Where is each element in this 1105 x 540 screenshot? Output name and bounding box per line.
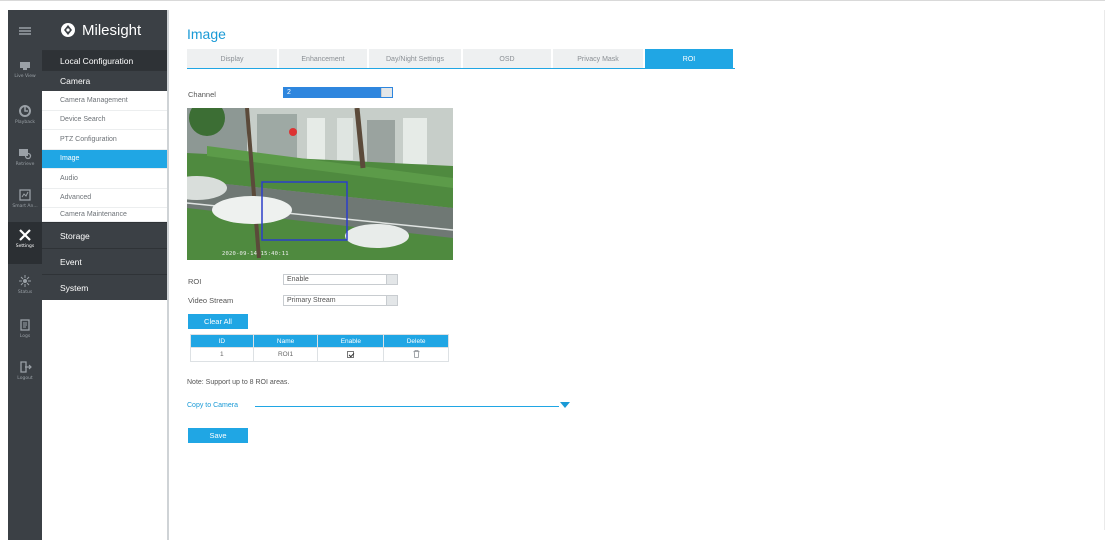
nav-item-camera-management[interactable]: Camera Management — [42, 91, 167, 111]
clear-all-button[interactable]: Clear All — [188, 314, 248, 329]
app-window: Live View Playback Retrieve Smart An... … — [0, 0, 1105, 540]
rail-item-live-view[interactable]: Live View — [8, 52, 42, 94]
rail-label: Live View — [14, 74, 36, 79]
rail-label: Retrieve — [15, 162, 35, 167]
logout-icon — [20, 361, 32, 373]
milesight-logo-icon — [61, 23, 75, 37]
rail-item-logout[interactable]: Logout — [8, 354, 42, 396]
window-top-border — [0, 0, 1105, 1]
nav-item-device-search[interactable]: Device Search — [42, 110, 167, 130]
nav-bottom-groups: Storage Event System — [42, 222, 167, 300]
tab-osd[interactable]: OSD — [463, 49, 551, 69]
rail-item-smart-analysis[interactable]: Smart An... — [8, 182, 42, 224]
channel-select[interactable]: 2 — [283, 87, 393, 98]
column-header-id: ID — [190, 334, 254, 348]
rail-label: Smart An... — [12, 204, 38, 209]
rail-label: Settings — [15, 244, 35, 249]
status-icon — [19, 275, 31, 287]
main-content: Image Display Enhancement Day/Night Sett… — [187, 10, 1087, 540]
rail-label: Status — [17, 290, 33, 295]
tab-enhancement[interactable]: Enhancement — [279, 49, 367, 69]
chevron-down-icon — [386, 275, 397, 284]
column-header-name: Name — [252, 334, 319, 348]
roi-enable-checkbox[interactable] — [347, 350, 355, 358]
brand-name: Milesight — [82, 21, 142, 39]
rail-label: Logs — [19, 334, 31, 339]
nav-item-ptz-configuration[interactable]: PTZ Configuration — [42, 130, 167, 150]
logs-icon — [20, 319, 30, 331]
table-row: 1 ROI1 — [190, 347, 449, 362]
chevron-down-icon — [381, 88, 392, 97]
nav-local-configuration[interactable]: Local Configuration — [42, 50, 167, 70]
nav-storage[interactable]: Storage — [42, 222, 167, 248]
image-tabs: Display Enhancement Day/Night Settings O… — [187, 49, 735, 69]
tab-display[interactable]: Display — [187, 49, 277, 69]
nav-item-image[interactable]: Image — [42, 149, 167, 169]
column-header-enable: Enable — [317, 334, 385, 348]
nav-event[interactable]: Event — [42, 248, 167, 274]
rail-item-settings[interactable]: Settings — [8, 222, 42, 264]
nav-item-advanced[interactable]: Advanced — [42, 188, 167, 208]
copy-divider — [255, 406, 559, 407]
live-view-icon — [20, 62, 30, 70]
nav-camera[interactable]: Camera — [42, 70, 167, 91]
expand-triangle-icon[interactable] — [560, 402, 570, 408]
retrieve-icon — [19, 149, 32, 160]
playback-icon — [19, 105, 31, 117]
video-preview[interactable]: 2020-09-14 15:40:11 — [187, 108, 453, 260]
roi-select[interactable]: Enable — [283, 274, 398, 285]
rail-item-retrieve[interactable]: Retrieve — [8, 140, 42, 182]
save-button[interactable]: Save — [188, 428, 248, 443]
settings-nav: Milesight Local Configuration Camera Cam… — [42, 10, 169, 540]
roi-table: ID Name Enable Delete 1 ROI1 — [190, 334, 449, 362]
copy-to-camera-link[interactable]: Copy to Camera — [187, 402, 238, 409]
channel-label: Channel — [188, 90, 216, 99]
roi-note: Note: Support up to 8 ROI areas. — [187, 379, 290, 386]
trash-icon[interactable] — [413, 349, 420, 358]
rail-label: Playback — [14, 120, 36, 125]
icon-rail: Live View Playback Retrieve Smart An... … — [8, 10, 42, 540]
smart-analysis-icon — [19, 189, 31, 201]
tab-privacy-mask[interactable]: Privacy Mask — [553, 49, 643, 69]
roi-value: Enable — [287, 276, 309, 283]
nav-item-camera-maintenance[interactable]: Camera Maintenance — [42, 208, 167, 222]
chevron-down-icon — [386, 296, 397, 305]
roi-name-cell: ROI1 — [252, 347, 319, 362]
brand-header: Milesight — [42, 10, 167, 50]
nav-system[interactable]: System — [42, 274, 167, 300]
tab-roi[interactable]: ROI — [645, 49, 733, 69]
rail-item-status[interactable]: Status — [8, 268, 42, 310]
rail-label: Logout — [17, 376, 33, 381]
roi-label: ROI — [188, 277, 202, 286]
rail-item-logs[interactable]: Logs — [8, 312, 42, 354]
tab-day-night-settings[interactable]: Day/Night Settings — [369, 49, 461, 69]
nav-item-audio[interactable]: Audio — [42, 169, 167, 189]
roi-id-cell: 1 — [190, 347, 254, 362]
channel-value: 2 — [287, 89, 291, 96]
video-timestamp: 2020-09-14 15:40:11 — [222, 251, 289, 257]
roi-delete-cell — [383, 347, 449, 362]
video-stream-select[interactable]: Primary Stream — [283, 295, 398, 306]
roi-enable-cell — [317, 347, 385, 362]
camera-scene — [187, 108, 453, 260]
rail-item-playback[interactable]: Playback — [8, 98, 42, 140]
menu-toggle-icon — [19, 27, 31, 35]
page-title: Image — [187, 26, 226, 42]
video-stream-label: Video Stream — [188, 296, 234, 305]
settings-icon — [19, 229, 31, 241]
column-header-delete: Delete — [383, 334, 449, 348]
tab-underline — [187, 68, 735, 69]
video-stream-value: Primary Stream — [287, 297, 336, 304]
